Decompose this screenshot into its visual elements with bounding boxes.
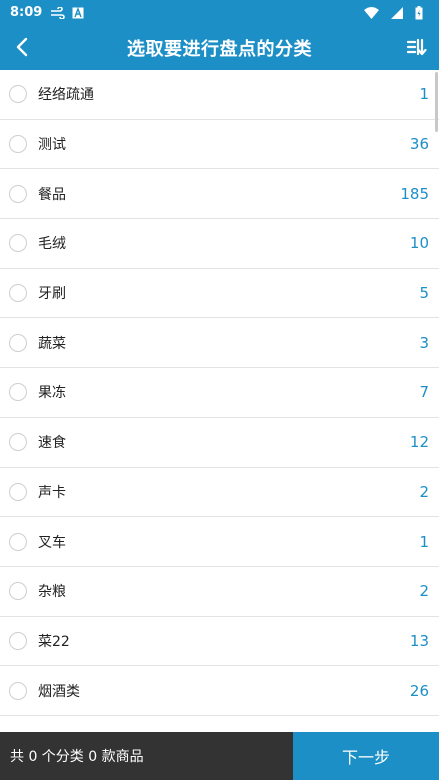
category-name: 叉车 — [38, 534, 66, 551]
category-name: 毛绒 — [38, 236, 66, 253]
category-name: 餐品 — [38, 186, 66, 203]
category-row[interactable]: 叉车 1 — [0, 517, 439, 567]
wifi-icon — [364, 6, 379, 19]
category-count: 3 — [419, 333, 429, 352]
radio-button[interactable] — [9, 135, 27, 154]
back-button[interactable] — [8, 33, 36, 61]
chevron-left-icon — [16, 37, 28, 57]
status-time: 8:09 — [10, 5, 43, 20]
notification-a-icon — [72, 6, 84, 19]
radio-button[interactable] — [9, 482, 27, 501]
category-name: 测试 — [38, 137, 66, 154]
radio-button[interactable] — [9, 532, 27, 551]
radio-button[interactable] — [9, 582, 27, 601]
bottom-bar: 共 0 个分类 0 款商品 下一步 — [0, 732, 439, 780]
category-row[interactable]: 经络疏通 1 — [0, 70, 439, 120]
category-name: 烟酒类 — [38, 683, 80, 700]
radio-button[interactable] — [9, 234, 27, 253]
radio-button[interactable] — [9, 383, 27, 402]
wind-icon — [50, 6, 66, 19]
category-row[interactable]: 测试 36 — [0, 120, 439, 170]
category-count: 7 — [419, 383, 429, 402]
category-row[interactable]: 牙刷 5 — [0, 269, 439, 319]
category-count: 1 — [419, 532, 429, 551]
category-count: 13 — [409, 631, 429, 650]
category-name: 速食 — [38, 435, 66, 452]
next-step-button[interactable]: 下一步 — [293, 732, 439, 780]
category-count: 12 — [409, 433, 429, 452]
scrollbar[interactable] — [435, 72, 438, 132]
category-row[interactable]: 速食 12 — [0, 418, 439, 468]
app-bar: 选取要进行盘点的分类 — [0, 25, 439, 70]
category-row[interactable]: 声卡 2 — [0, 468, 439, 518]
category-row[interactable]: 菜22 13 — [0, 617, 439, 667]
category-count: 10 — [409, 234, 429, 253]
status-bar: 8:09 — [0, 0, 439, 25]
signal-icon — [391, 6, 403, 19]
radio-button[interactable] — [9, 284, 27, 303]
radio-button[interactable] — [9, 85, 27, 104]
category-count: 2 — [419, 582, 429, 601]
category-list[interactable]: 经络疏通 1 测试 36 餐品 185 毛绒 10 牙刷 5 蔬菜 3 果冻 7… — [0, 70, 439, 732]
page-title: 选取要进行盘点的分类 — [127, 38, 312, 60]
category-count: 26 — [409, 681, 429, 700]
category-row[interactable]: 烟酒类 26 — [0, 666, 439, 716]
category-row[interactable]: 杂粮 2 — [0, 567, 439, 617]
category-name: 菜22 — [38, 633, 70, 650]
category-count: 5 — [419, 284, 429, 303]
category-row[interactable]: 毛绒 10 — [0, 219, 439, 269]
category-name: 蔬菜 — [38, 335, 66, 352]
category-count: 1 — [419, 85, 429, 104]
battery-icon — [415, 5, 423, 20]
category-name: 声卡 — [38, 484, 66, 501]
radio-button[interactable] — [9, 333, 27, 352]
radio-button[interactable] — [9, 433, 27, 452]
selection-summary: 共 0 个分类 0 款商品 — [0, 732, 293, 780]
radio-button[interactable] — [9, 184, 27, 203]
sort-icon — [406, 38, 427, 56]
category-row[interactable]: 餐品 185 — [0, 169, 439, 220]
category-count: 185 — [400, 184, 429, 203]
radio-button[interactable] — [9, 631, 27, 650]
category-name: 杂粮 — [38, 584, 66, 601]
category-name: 果冻 — [38, 385, 66, 402]
category-count: 36 — [409, 135, 429, 154]
category-name: 经络疏通 — [38, 87, 94, 104]
category-count: 2 — [419, 482, 429, 501]
radio-button[interactable] — [9, 681, 27, 700]
category-row[interactable]: 果冻 7 — [0, 368, 439, 418]
category-name: 牙刷 — [38, 286, 66, 303]
sort-button[interactable] — [403, 33, 431, 61]
category-row[interactable]: 蔬菜 3 — [0, 318, 439, 369]
